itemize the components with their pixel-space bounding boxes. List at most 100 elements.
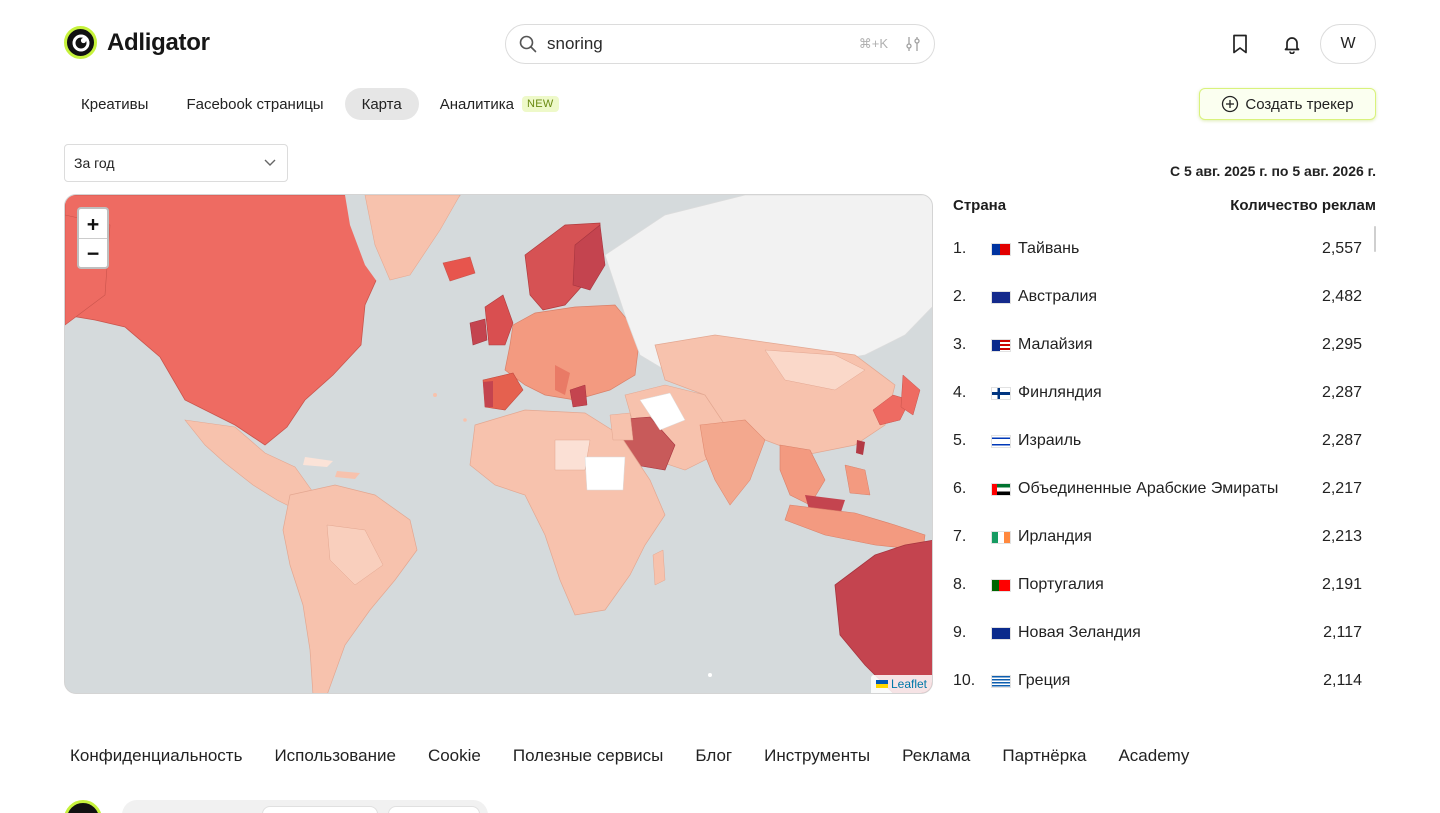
bell-icon[interactable] (1276, 28, 1308, 60)
row-count: 2,191 (1321, 576, 1362, 593)
period-selected-value: За год (74, 155, 115, 171)
flag-uae-icon (991, 482, 1011, 496)
footer-link-ads[interactable]: Реклама (902, 746, 970, 766)
row-country: Греция (1018, 672, 1071, 689)
row-count: 2,287 (1321, 384, 1362, 401)
table-row[interactable]: 5. Израиль 2,287 (953, 417, 1376, 465)
row-rank: 3. (953, 336, 967, 353)
flag-australia-icon (991, 290, 1011, 304)
plus-circle-icon (1221, 95, 1239, 113)
footer-bottom-bar (64, 800, 504, 813)
table-row[interactable]: 7. Ирландия 2,213 (953, 513, 1376, 561)
table-scrollbar[interactable] (1374, 226, 1376, 252)
table-row[interactable]: 9. Новая Зеландия 2,117 (953, 609, 1376, 657)
table-header: Страна Количество реклам (953, 194, 1376, 216)
footer-button[interactable] (262, 806, 378, 813)
table-row[interactable]: 1. Тайвань 2,557 (953, 225, 1376, 273)
footer-link-cookie[interactable]: Cookie (428, 746, 481, 766)
app-logo[interactable]: Adligator (64, 26, 210, 59)
row-country: Австралия (1018, 288, 1098, 305)
map-attribution[interactable]: Leaflet (870, 675, 932, 693)
country-ranking-table: Страна Количество реклам 1. Тайвань 2,557 … (953, 194, 1376, 690)
footer-link-academy[interactable]: Academy (1118, 746, 1189, 766)
row-country: Финляндия (1018, 384, 1102, 401)
footer-link-services[interactable]: Полезные сервисы (513, 746, 664, 766)
filter-settings-icon[interactable] (904, 35, 922, 53)
row-count: 2,557 (1321, 240, 1362, 257)
ukraine-flag-icon (875, 680, 888, 688)
period-select[interactable]: За год (64, 144, 288, 182)
row-country: Малайзия (1018, 336, 1093, 353)
flag-finland-icon (991, 386, 1011, 400)
row-count: 2,114 (1323, 672, 1362, 689)
world-map-canvas[interactable] (65, 195, 933, 694)
row-rank: 2. (953, 288, 967, 305)
user-avatar[interactable]: W (1320, 24, 1376, 64)
row-rank: 8. (953, 576, 967, 593)
table-row[interactable]: 8. Португалия 2,191 (953, 561, 1376, 609)
tab-analytics[interactable]: Аналитика NEW (423, 88, 576, 120)
row-count: 2,295 (1321, 336, 1362, 353)
column-country: Страна (953, 196, 1007, 214)
create-tracker-label: Создать трекер (1245, 95, 1354, 113)
row-country: Тайвань (1018, 240, 1080, 257)
row-rank: 1. (953, 240, 967, 257)
footer-link-blog[interactable]: Блог (695, 746, 732, 766)
table-row[interactable]: 4. Финляндия 2,287 (953, 369, 1376, 417)
top-header: Adligator snoring ⌘+K W (0, 0, 1440, 88)
leaflet-link[interactable]: Leaflet (891, 677, 927, 691)
world-heat-map[interactable]: + − Leaflet (64, 194, 933, 694)
footer-link-affiliate[interactable]: Партнёрка (1002, 746, 1086, 766)
footer-link-privacy[interactable]: Конфиденциальность (70, 746, 242, 766)
row-count: 2,217 (1321, 480, 1362, 497)
zoom-in-button[interactable]: + (79, 209, 107, 238)
tab-map[interactable]: Карта (344, 88, 419, 120)
row-count: 2,287 (1321, 432, 1362, 449)
tab-label: Аналитика (439, 95, 514, 113)
row-rank: 9. (953, 624, 967, 641)
row-rank: 6. (953, 480, 967, 497)
date-range-label: С 5 авг. 2025 г. по 5 авг. 2026 г. (1169, 163, 1376, 179)
create-tracker-button[interactable]: Создать трекер (1199, 88, 1376, 120)
tab-creatives[interactable]: Креативы (64, 88, 165, 120)
row-country: Португалия (1018, 576, 1104, 593)
footer-link-tools[interactable]: Инструменты (764, 746, 870, 766)
column-ad-count: Количество реклам (1230, 196, 1376, 214)
row-rank: 10. (953, 672, 976, 689)
footer-link-terms[interactable]: Использование (274, 746, 395, 766)
row-country: Новая Зеландия (1018, 624, 1141, 641)
row-rank: 4. (953, 384, 967, 401)
row-rank: 7. (953, 528, 967, 545)
table-body: 1. Тайвань 2,557 2. Австралия 2,482 3. Малайз… (953, 225, 1376, 705)
logo-icon (64, 26, 97, 59)
flag-new-zealand-icon (991, 626, 1011, 640)
tab-label: Креативы (81, 95, 149, 113)
footer-links: Конфиденциальность Использование Cookie … (70, 746, 1189, 766)
search-input[interactable]: snoring (547, 34, 859, 54)
main-tabs: Креативы Facebook страницы Карта Аналити… (64, 88, 576, 120)
table-row[interactable]: 10. Греция 2,114 (953, 657, 1376, 705)
flag-israel-icon (991, 434, 1011, 448)
tab-facebook-pages[interactable]: Facebook страницы (169, 88, 340, 120)
row-count: 2,117 (1323, 624, 1362, 641)
zoom-out-button[interactable]: − (79, 238, 107, 267)
tab-label: Facebook страницы (186, 95, 324, 113)
row-count: 2,482 (1321, 288, 1362, 305)
row-count: 2,213 (1321, 528, 1362, 545)
chevron-down-icon (263, 155, 277, 172)
table-row[interactable]: 3. Малайзия 2,295 (953, 321, 1376, 369)
table-row[interactable]: 6. Объединенные Арабские Эмираты 2,217 (953, 465, 1376, 513)
bookmark-icon[interactable] (1224, 28, 1256, 60)
app-name: Adligator (107, 28, 210, 56)
row-country: Ирландия (1018, 528, 1092, 545)
table-row[interactable]: 2. Австралия 2,482 (953, 273, 1376, 321)
row-rank: 5. (953, 432, 967, 449)
footer-logo-icon (64, 800, 102, 813)
flag-ireland-icon (991, 530, 1011, 544)
footer-button[interactable] (388, 806, 480, 813)
tab-label: Карта (361, 95, 402, 113)
search-icon (518, 34, 538, 54)
flag-taiwan-icon (991, 242, 1011, 256)
search-bar[interactable]: snoring ⌘+K (505, 24, 935, 64)
map-zoom-control: + − (77, 207, 109, 269)
